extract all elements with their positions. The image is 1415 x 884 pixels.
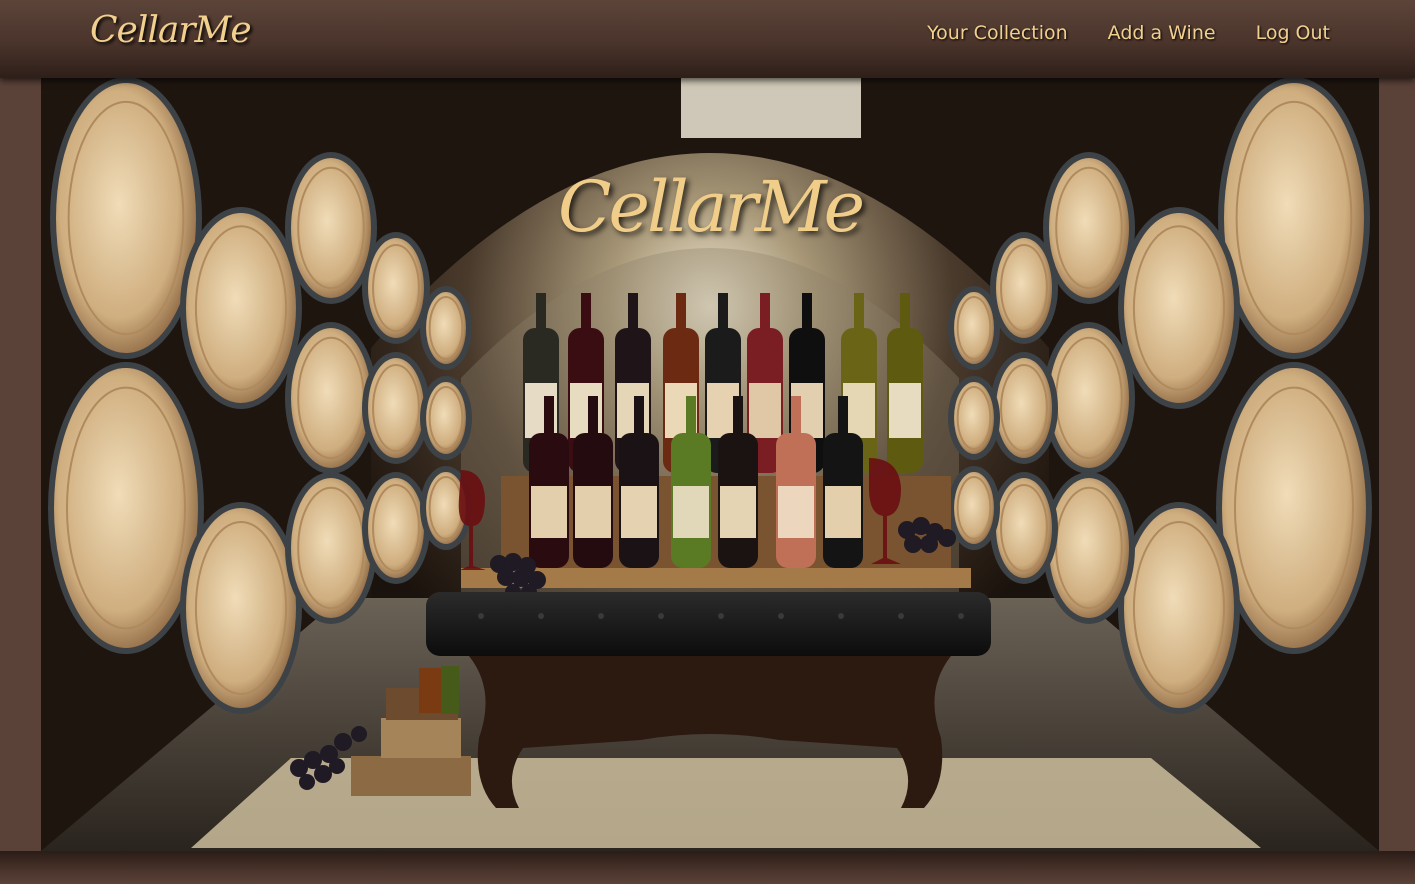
hero-title: CellarMe (557, 166, 865, 248)
nav-links: Your Collection Add a Wine Log Out (927, 22, 1330, 44)
nav-link-log-out[interactable]: Log Out (1256, 22, 1330, 44)
brand-logo-link[interactable]: CellarMe (90, 10, 252, 51)
footer-bar (0, 851, 1415, 884)
hero-section: CellarMe (41, 78, 1379, 851)
nav-link-add-a-wine[interactable]: Add a Wine (1108, 22, 1216, 44)
navbar: CellarMe Your Collection Add a Wine Log … (0, 0, 1415, 78)
nav-link-your-collection[interactable]: Your Collection (927, 22, 1068, 44)
